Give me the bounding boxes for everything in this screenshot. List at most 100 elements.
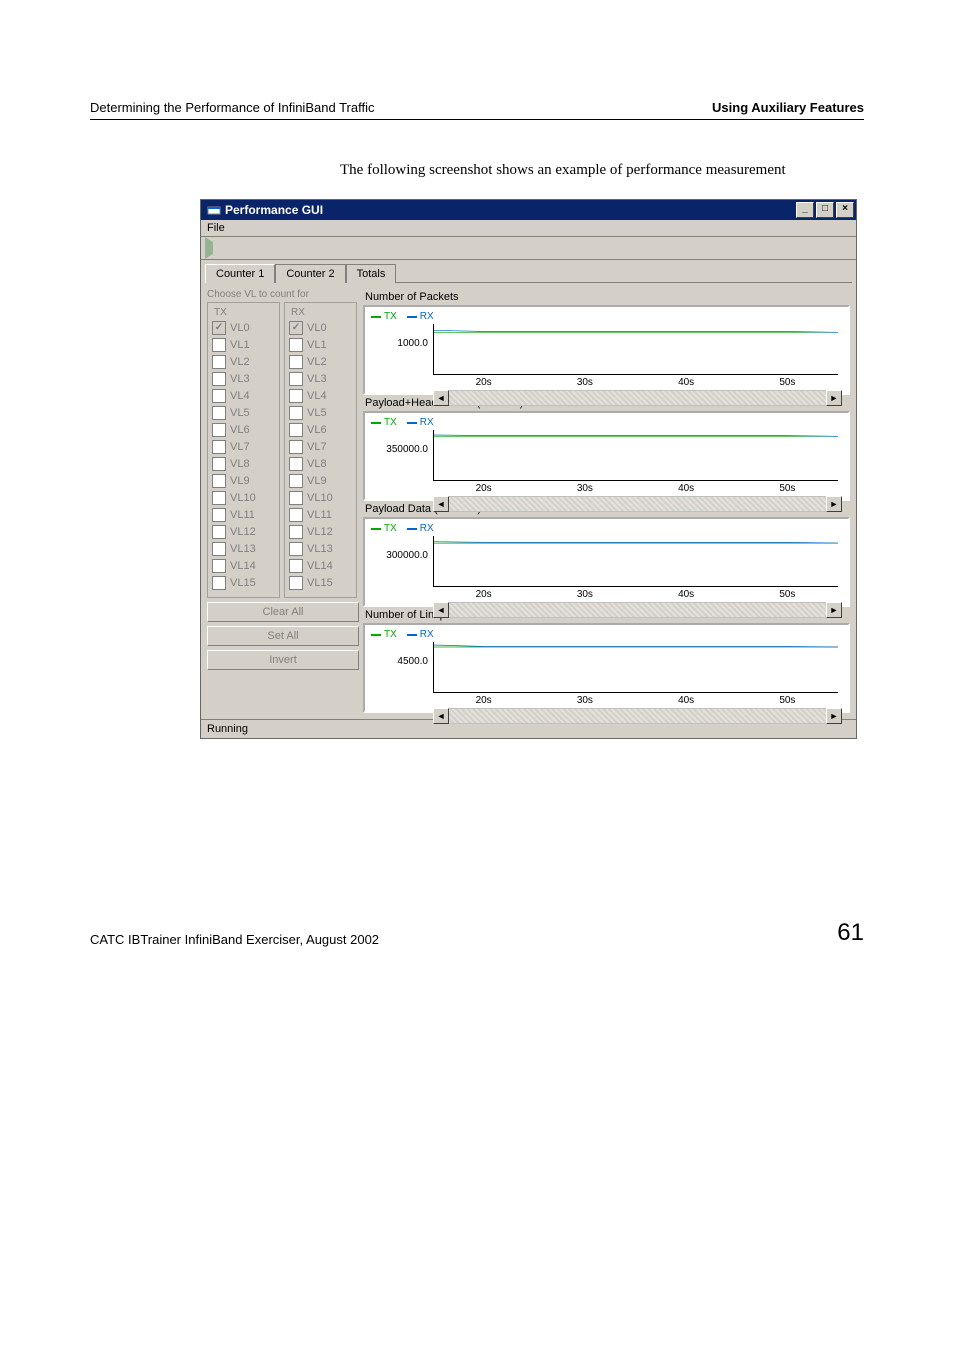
rx-vl8-checkbox[interactable]: VL8: [289, 457, 352, 471]
scroll-right-icon[interactable]: ►: [826, 602, 842, 618]
rx-vl13-checkbox[interactable]: VL13: [289, 542, 352, 556]
toolbar: [201, 237, 856, 260]
rx-legend-title: RX: [289, 307, 307, 318]
chart-1-legend-tx: TX: [371, 417, 397, 428]
rx-vl12-label: VL12: [307, 526, 333, 538]
tx-vl9-checkbox[interactable]: VL9: [212, 474, 275, 488]
vl-selection-panel: Choose VL to count for TX ✓VL0 VL1 VL2 VL3 V…: [207, 289, 357, 713]
tx-vl8-checkbox[interactable]: VL8: [212, 457, 275, 471]
tx-vl10-checkbox[interactable]: VL10: [212, 491, 275, 505]
scroll-right-icon[interactable]: ►: [826, 708, 842, 724]
chart-0-hscroll[interactable]: ◄►: [433, 390, 842, 404]
choose-vl-label: Choose VL to count for: [207, 289, 357, 300]
chart-0-xtick-3: 50s: [779, 377, 795, 388]
rx-vl1-checkbox[interactable]: VL1: [289, 338, 352, 352]
tx-vl6-checkbox[interactable]: VL6: [212, 423, 275, 437]
tx-vl4-checkbox[interactable]: VL4: [212, 389, 275, 403]
tx-vl3-label: VL3: [230, 373, 250, 385]
rx-vl7-checkbox[interactable]: VL7: [289, 440, 352, 454]
rx-vl4-label: VL4: [307, 390, 327, 402]
scroll-right-icon[interactable]: ►: [826, 496, 842, 512]
chart-2-hscroll[interactable]: ◄►: [433, 602, 842, 616]
tx-vl13-checkbox[interactable]: VL13: [212, 542, 275, 556]
chart-0-xtick-1: 30s: [577, 377, 593, 388]
scroll-right-icon[interactable]: ►: [826, 390, 842, 406]
tx-vl1-checkbox[interactable]: VL1: [212, 338, 275, 352]
tab-counter-2[interactable]: Counter 2: [275, 264, 345, 283]
chart-3-xtick-3: 50s: [779, 695, 795, 706]
tx-vl11-label: VL11: [230, 509, 255, 521]
rx-fieldset: RX ✓VL0 VL1 VL2 VL3 VL4 VL5 VL6 VL7 VL8 VL9 VL10 VL…: [284, 302, 357, 598]
rx-vl5-checkbox[interactable]: VL5: [289, 406, 352, 420]
menu-file[interactable]: File: [207, 222, 225, 234]
close-button[interactable]: ×: [836, 202, 854, 218]
tx-vl0-label: VL0: [230, 322, 250, 334]
tx-vl15-label: VL15: [230, 577, 256, 589]
tabs: Counter 1 Counter 2 Totals: [201, 260, 856, 283]
rx-vl15-checkbox[interactable]: VL15: [289, 576, 352, 590]
rx-vl14-label: VL14: [307, 560, 333, 572]
chart-2-xtick-3: 50s: [779, 589, 795, 600]
tx-vl14-checkbox[interactable]: VL14: [212, 559, 275, 573]
tx-vl0-checkbox[interactable]: ✓VL0: [212, 321, 275, 335]
tx-vl12-checkbox[interactable]: VL12: [212, 525, 275, 539]
rx-vl12-checkbox[interactable]: VL12: [289, 525, 352, 539]
chart-2-legend-tx: TX: [371, 523, 397, 534]
chart-1-box: TXRX350000.020s30s40s50s◄►: [363, 411, 850, 501]
tx-vl7-checkbox[interactable]: VL7: [212, 440, 275, 454]
tx-vl14-label: VL14: [230, 560, 256, 572]
tx-vl11-checkbox[interactable]: VL11: [212, 508, 275, 522]
tx-vl8-label: VL8: [230, 458, 250, 470]
chart-3-legend-tx: TX: [371, 629, 397, 640]
tx-legend-title: TX: [212, 307, 229, 318]
rx-vl11-checkbox[interactable]: VL11: [289, 508, 352, 522]
title-bar[interactable]: Performance GUI _ □ ×: [201, 200, 856, 220]
rx-vl4-checkbox[interactable]: VL4: [289, 389, 352, 403]
chart-0-xtick-2: 40s: [678, 377, 694, 388]
chart-0-legend-tx: TX: [371, 311, 397, 322]
rx-vl7-label: VL7: [307, 441, 327, 453]
rx-vl10-checkbox[interactable]: VL10: [289, 491, 352, 505]
maximize-button[interactable]: □: [816, 202, 834, 218]
tx-vl5-checkbox[interactable]: VL5: [212, 406, 275, 420]
rx-vl14-checkbox[interactable]: VL14: [289, 559, 352, 573]
chart-1-hscroll[interactable]: ◄►: [433, 496, 842, 510]
rx-vl2-label: VL2: [307, 356, 327, 368]
set-all-button[interactable]: Set All: [207, 626, 359, 646]
tx-vl13-label: VL13: [230, 543, 256, 555]
scroll-left-icon[interactable]: ◄: [433, 602, 449, 618]
tab-counter-1[interactable]: Counter 1: [205, 264, 275, 283]
chart-2-xtick-2: 40s: [678, 589, 694, 600]
chart-0-ylabel: 1000.0: [374, 338, 428, 349]
scroll-left-icon[interactable]: ◄: [433, 390, 449, 406]
rx-vl13-label: VL13: [307, 543, 333, 555]
rx-vl3-checkbox[interactable]: VL3: [289, 372, 352, 386]
chart-3-xtick-2: 40s: [678, 695, 694, 706]
tx-vl1-label: VL1: [230, 339, 250, 351]
scroll-left-icon[interactable]: ◄: [433, 496, 449, 512]
invert-button[interactable]: Invert: [207, 650, 359, 670]
rx-vl2-checkbox[interactable]: VL2: [289, 355, 352, 369]
minimize-button[interactable]: _: [796, 202, 814, 218]
play-icon[interactable]: [205, 242, 213, 254]
scroll-left-icon[interactable]: ◄: [433, 708, 449, 724]
chart-1-xtick-1: 30s: [577, 483, 593, 494]
tx-vl15-checkbox[interactable]: VL15: [212, 576, 275, 590]
chart-3-hscroll[interactable]: ◄►: [433, 708, 842, 722]
chart-1-legend-rx: RX: [407, 417, 434, 428]
tab-totals[interactable]: Totals: [346, 264, 397, 283]
performance-gui-window: Performance GUI _ □ × File Counter 1 Cou…: [200, 199, 857, 739]
rx-vl6-checkbox[interactable]: VL6: [289, 423, 352, 437]
rx-vl10-label: VL10: [307, 492, 333, 504]
chart-3-xtick-0: 20s: [476, 695, 492, 706]
chart-3-xtick-1: 30s: [577, 695, 593, 706]
charts-panel: Number of PacketsTXRX1000.020s30s40s50s◄…: [363, 289, 850, 713]
tx-vl2-checkbox[interactable]: VL2: [212, 355, 275, 369]
rx-vl0-checkbox[interactable]: ✓VL0: [289, 321, 352, 335]
header-rule: [90, 119, 864, 120]
app-icon: [207, 204, 221, 216]
rx-vl9-checkbox[interactable]: VL9: [289, 474, 352, 488]
tx-vl3-checkbox[interactable]: VL3: [212, 372, 275, 386]
rx-vl15-label: VL15: [307, 577, 333, 589]
clear-all-button[interactable]: Clear All: [207, 602, 359, 622]
